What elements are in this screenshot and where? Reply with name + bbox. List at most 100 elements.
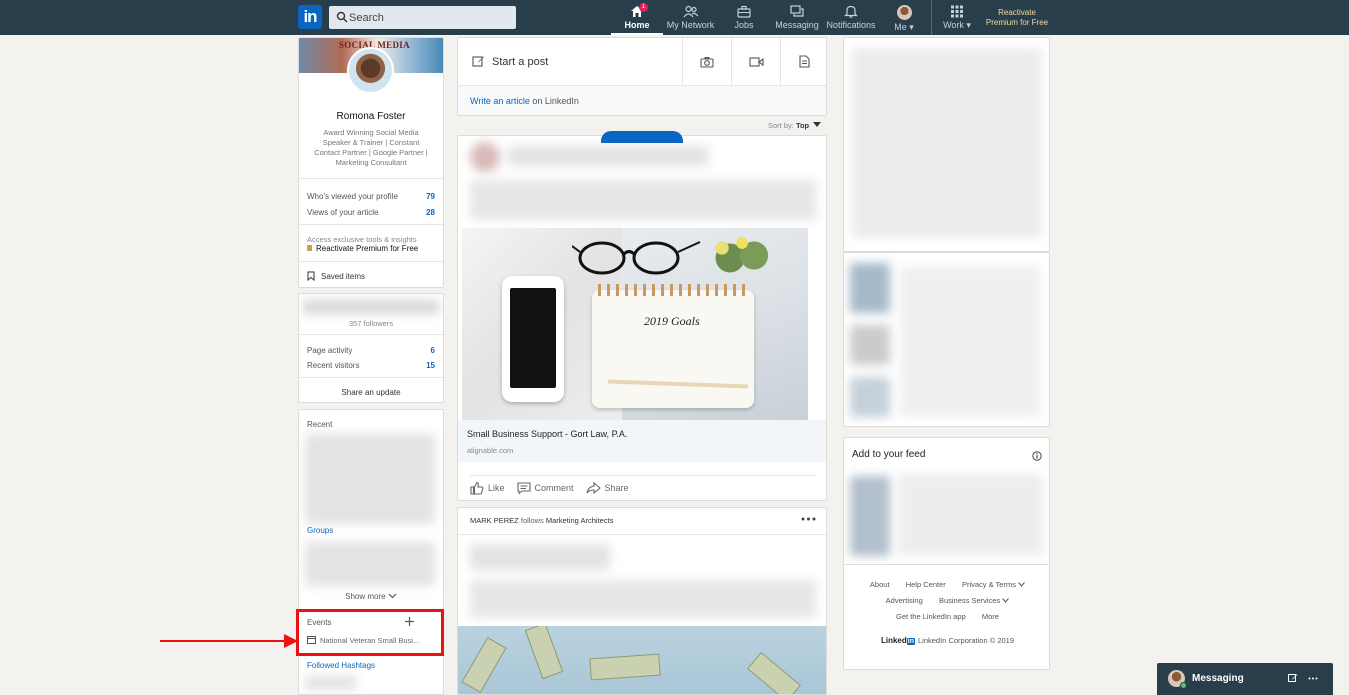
profile-name[interactable]: Romona Foster — [299, 111, 443, 122]
video-button[interactable] — [732, 38, 780, 85]
premium-promo-link[interactable]: Reactivate Premium for Free — [307, 244, 435, 253]
groups-link[interactable]: Groups — [307, 526, 333, 535]
pencil-icon — [472, 56, 484, 67]
post-context: MARK PEREZ follows Marketing Architects — [470, 516, 613, 525]
avatar — [896, 5, 912, 20]
nav-me[interactable]: Me ▾ — [887, 0, 921, 35]
footer-link-about[interactable]: About — [870, 580, 890, 589]
notebook-illustration: 2019 Goals — [592, 284, 754, 408]
recent-heading: Recent — [307, 420, 333, 429]
profile-photo[interactable] — [347, 47, 394, 94]
share-update-button[interactable]: Share an update — [299, 388, 443, 397]
show-more-button[interactable]: Show more — [299, 592, 443, 601]
video-icon — [748, 56, 764, 67]
page-activity-label: Page activity — [307, 346, 353, 355]
share-label: Share — [604, 483, 629, 493]
saved-items-link[interactable]: Saved items — [307, 271, 435, 282]
divider — [299, 261, 443, 262]
blurred-groups-list — [305, 542, 435, 586]
footer-links: About Help Center Privacy & Terms Advert… — [843, 565, 1050, 670]
footer-link-privacy-terms[interactable]: Privacy & Terms — [962, 580, 1016, 589]
recent-visitors-value: 15 — [426, 361, 435, 370]
nav-work[interactable]: Work ▾ — [938, 0, 976, 35]
page-activity-row[interactable]: Page activity 6 — [307, 346, 435, 355]
annotation-arrow-head — [284, 634, 298, 648]
search-box[interactable] — [329, 6, 516, 29]
comment-button[interactable]: Comment — [516, 482, 574, 494]
chevron-down-icon — [1018, 582, 1025, 587]
like-button[interactable]: Like — [470, 481, 505, 495]
premium-promo-text: Access exclusive tools & insights — [307, 235, 417, 244]
blurred-suggestion-image — [850, 377, 890, 417]
link-title: Small Business Support - Gort Law, P.A. — [467, 429, 628, 439]
divider — [299, 377, 443, 378]
photo-button[interactable] — [683, 38, 731, 85]
link-preview[interactable]: Small Business Support - Gort Law, P.A. … — [458, 420, 826, 462]
recent-visitors-label: Recent visitors — [307, 361, 360, 370]
messaging-icon — [790, 5, 804, 17]
article-views-value: 28 — [426, 208, 435, 217]
post-context-company[interactable]: Marketing Architects — [546, 516, 614, 525]
compose-icon[interactable] — [1288, 673, 1298, 683]
share-icon — [585, 482, 601, 494]
like-label: Like — [488, 483, 505, 493]
blurred-hashtags — [305, 676, 357, 690]
reactivate-premium-link[interactable]: Reactivate Premium for Free — [982, 8, 1052, 28]
nav-notifications[interactable]: Notifications — [825, 0, 877, 35]
post-context-actor[interactable]: MARK PEREZ — [470, 516, 519, 525]
info-icon[interactable] — [1032, 451, 1042, 461]
nav-messaging[interactable]: Messaging — [775, 0, 819, 35]
more-options-icon[interactable] — [1308, 677, 1318, 680]
footer-link-help-center[interactable]: Help Center — [906, 580, 946, 589]
start-post-button[interactable]: Start a post — [458, 38, 682, 85]
nav-home[interactable]: 1 Home — [611, 0, 663, 35]
nav-jobs[interactable]: Jobs — [725, 0, 763, 35]
page-followers: 357 followers — [348, 319, 394, 328]
comment-icon — [516, 482, 531, 494]
footer-brand: Linked — [880, 636, 907, 645]
premium-promo-link-label: Reactivate Premium for Free — [316, 244, 419, 253]
nav-network-label: My Network — [666, 20, 715, 30]
footer-link-get-app[interactable]: Get the LinkedIn app — [896, 612, 966, 621]
page-activity-value: 6 — [430, 346, 435, 355]
sort-by-control[interactable]: Sort by: Top — [768, 121, 822, 130]
followed-hashtags-link[interactable]: Followed Hashtags — [307, 661, 375, 670]
blurred-recent-list — [305, 434, 435, 524]
blurred-author-info — [508, 146, 708, 166]
bookmark-icon — [307, 271, 315, 282]
new-posts-pill[interactable] — [601, 131, 683, 143]
promo-card — [843, 37, 1050, 252]
saved-items-label: Saved items — [321, 272, 366, 281]
nav-messaging-label: Messaging — [775, 20, 819, 30]
briefcase-icon — [737, 5, 751, 18]
add-to-feed-heading: Add to your feed — [852, 449, 926, 460]
post-image[interactable] — [458, 626, 826, 694]
dollar-bill-illustration — [461, 636, 507, 694]
premium-line2: Premium for Free — [985, 18, 1049, 27]
footer-link-more[interactable]: More — [982, 612, 999, 621]
messaging-bar[interactable]: Messaging — [1157, 663, 1333, 695]
share-button[interactable]: Share — [585, 482, 629, 494]
article-views-row[interactable]: Views of your article 28 — [307, 208, 435, 217]
more-options-icon[interactable] — [801, 517, 816, 521]
footer-link-business-services[interactable]: Business Services — [939, 596, 1000, 605]
blurred-promo-content — [852, 48, 1042, 238]
bell-icon — [844, 5, 858, 18]
who-viewed-profile-row[interactable]: Who's viewed your profile 79 — [307, 192, 435, 201]
camera-icon — [700, 56, 714, 68]
write-article-link[interactable]: Write an article — [470, 96, 530, 106]
nav-notifications-label: Notifications — [826, 20, 876, 30]
recent-visitors-row[interactable]: Recent visitors 15 — [307, 361, 435, 370]
search-input[interactable] — [349, 6, 509, 29]
chevron-down-icon — [388, 593, 397, 599]
footer-link-advertising[interactable]: Advertising — [886, 596, 923, 605]
blurred-suggestion-text — [900, 267, 1040, 417]
start-post-label: Start a post — [492, 55, 549, 68]
highlight-box — [296, 609, 444, 656]
nav-my-network[interactable]: My Network — [663, 0, 718, 35]
document-button[interactable] — [781, 38, 826, 85]
blurred-suggestion-image — [850, 263, 890, 313]
top-nav: in 1 Home My Network Jobs Messaging Noti… — [0, 0, 1349, 35]
linkedin-logo[interactable]: in — [298, 5, 322, 29]
post-image[interactable]: 2019 Goals — [462, 228, 808, 420]
